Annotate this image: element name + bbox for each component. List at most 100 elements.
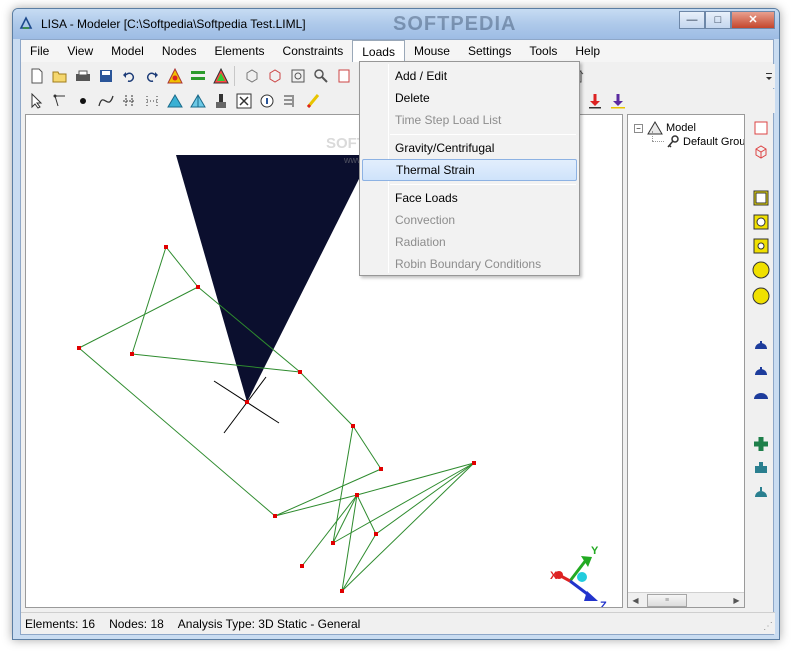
equals-icon[interactable] (186, 65, 209, 87)
quad-element-icon[interactable] (751, 188, 771, 208)
teal-dome-icon[interactable] (751, 482, 771, 502)
node[interactable] (196, 285, 200, 289)
menu-item-gravity-centrifugal[interactable]: Gravity/Centrifugal (362, 137, 577, 159)
tree-expander[interactable]: − (634, 123, 643, 133)
delete-box-icon[interactable] (232, 90, 255, 112)
split-icon[interactable] (117, 90, 140, 112)
maximize-button[interactable]: □ (705, 11, 731, 29)
menu-constraints[interactable]: Constraints (274, 40, 353, 62)
status-analysis-label: Analysis Type: (177, 616, 255, 631)
node-icon[interactable] (48, 90, 71, 112)
dotted-icon[interactable] (140, 90, 163, 112)
menu-elements[interactable]: Elements (206, 40, 274, 62)
filter-icon[interactable] (278, 90, 301, 112)
status-elements: Elements: 16 (25, 617, 95, 631)
solve-icon[interactable] (163, 65, 186, 87)
menu-item-add-edit[interactable]: Add / Edit (362, 65, 577, 87)
force-down-icon[interactable] (583, 90, 606, 112)
menu-file[interactable]: File (21, 40, 58, 62)
tree-label-default-group: Default Grou (683, 136, 745, 148)
menu-item-time-step-load-list[interactable]: Time Step Load List (362, 109, 577, 131)
minimize-button[interactable]: — (679, 11, 705, 29)
new-file-icon[interactable] (25, 65, 48, 87)
menu-view[interactable]: View (58, 40, 102, 62)
green-cross-icon[interactable] (751, 434, 771, 454)
menu-item-convection[interactable]: Convection (362, 209, 577, 231)
menu-item-robin-boundary-conditions[interactable]: Robin Boundary Conditions (362, 253, 577, 275)
menu-bar: File View Model Nodes Elements Constrain… (21, 40, 773, 62)
quad8-element-icon[interactable] (751, 212, 771, 232)
menu-settings[interactable]: Settings (459, 40, 520, 62)
node[interactable] (351, 424, 355, 428)
undo-icon[interactable] (117, 65, 140, 87)
results-icon[interactable] (209, 65, 232, 87)
scroll-left-icon[interactable]: ◀ (628, 593, 643, 607)
pen-icon[interactable] (301, 90, 324, 112)
node[interactable] (245, 400, 249, 404)
status-nodes-count: 18 (150, 616, 164, 631)
status-elements-label: Elements: (25, 616, 79, 631)
tree-horizontal-scrollbar[interactable]: ◀ ≡ ▶ (628, 592, 744, 607)
save-icon[interactable] (94, 65, 117, 87)
node[interactable] (164, 245, 168, 249)
info-icon[interactable] (255, 90, 278, 112)
teal-block-icon[interactable] (751, 458, 771, 478)
curve-icon[interactable] (94, 90, 117, 112)
quad-dot-element-icon[interactable] (751, 236, 771, 256)
tree-node-model[interactable]: − Model (634, 121, 696, 135)
status-analysis-type: 3D Static - General (258, 616, 361, 631)
zoom-fit-icon[interactable] (286, 65, 309, 87)
print-icon[interactable] (71, 65, 94, 87)
node[interactable] (300, 564, 304, 568)
menu-mouse[interactable]: Mouse (405, 40, 459, 62)
blue-dome-flat-icon[interactable] (751, 386, 771, 406)
tree-node-default-group[interactable]: Default Grou (666, 135, 745, 149)
blue-dome-icon[interactable] (751, 336, 771, 356)
status-nodes-label: Nodes: (109, 616, 148, 631)
node[interactable] (77, 346, 81, 350)
menu-model[interactable]: Model (102, 40, 153, 62)
menu-item-radiation[interactable]: Radiation (362, 231, 577, 253)
point-icon[interactable] (71, 90, 94, 112)
node[interactable] (298, 370, 302, 374)
node[interactable] (273, 514, 277, 518)
cube-view-icon[interactable] (240, 65, 263, 87)
menu-item-delete[interactable]: Delete (362, 87, 577, 109)
menu-loads[interactable]: Loads (352, 40, 405, 62)
node[interactable] (379, 467, 383, 471)
zoom-icon[interactable] (309, 65, 332, 87)
node[interactable] (374, 532, 378, 536)
scroll-thumb[interactable]: ≡ (647, 594, 687, 607)
axis-z-label: Z (600, 600, 607, 608)
blue-dome-alt-icon[interactable] (751, 362, 771, 382)
scroll-right-icon[interactable]: ▶ (729, 593, 744, 607)
pan-icon[interactable] (332, 65, 355, 87)
select-icon[interactable] (25, 90, 48, 112)
menu-help[interactable]: Help (566, 40, 609, 62)
circle-element-icon[interactable] (751, 260, 771, 280)
distributed-load-icon[interactable] (606, 90, 629, 112)
close-button[interactable]: ✕ (731, 11, 775, 29)
menu-item-thermal-strain[interactable]: Thermal Strain (362, 159, 577, 181)
triangle-icon[interactable] (163, 90, 186, 112)
triangle-alt-icon[interactable] (186, 90, 209, 112)
app-logo-icon (19, 16, 33, 29)
node[interactable] (331, 541, 335, 545)
open-folder-icon[interactable] (48, 65, 71, 87)
cube-front-icon[interactable] (263, 65, 286, 87)
redo-icon[interactable] (140, 65, 163, 87)
node[interactable] (472, 461, 476, 465)
menu-nodes[interactable]: Nodes (153, 40, 206, 62)
menu-item-face-loads[interactable]: Face Loads (362, 187, 577, 209)
loads-dropdown-menu: Add / Edit Delete Time Step Load List Gr… (359, 61, 580, 276)
resize-grip-icon[interactable]: ⋰ (763, 621, 773, 632)
square-outline-icon[interactable] (751, 118, 771, 138)
node[interactable] (355, 493, 359, 497)
toolbar-overflow-icon[interactable] (763, 65, 775, 87)
node[interactable] (340, 589, 344, 593)
node[interactable] (130, 352, 134, 356)
brush-icon[interactable] (209, 90, 232, 112)
menu-tools[interactable]: Tools (520, 40, 566, 62)
circle-element-alt-icon[interactable] (751, 286, 771, 306)
cube-red-icon[interactable] (751, 142, 771, 162)
